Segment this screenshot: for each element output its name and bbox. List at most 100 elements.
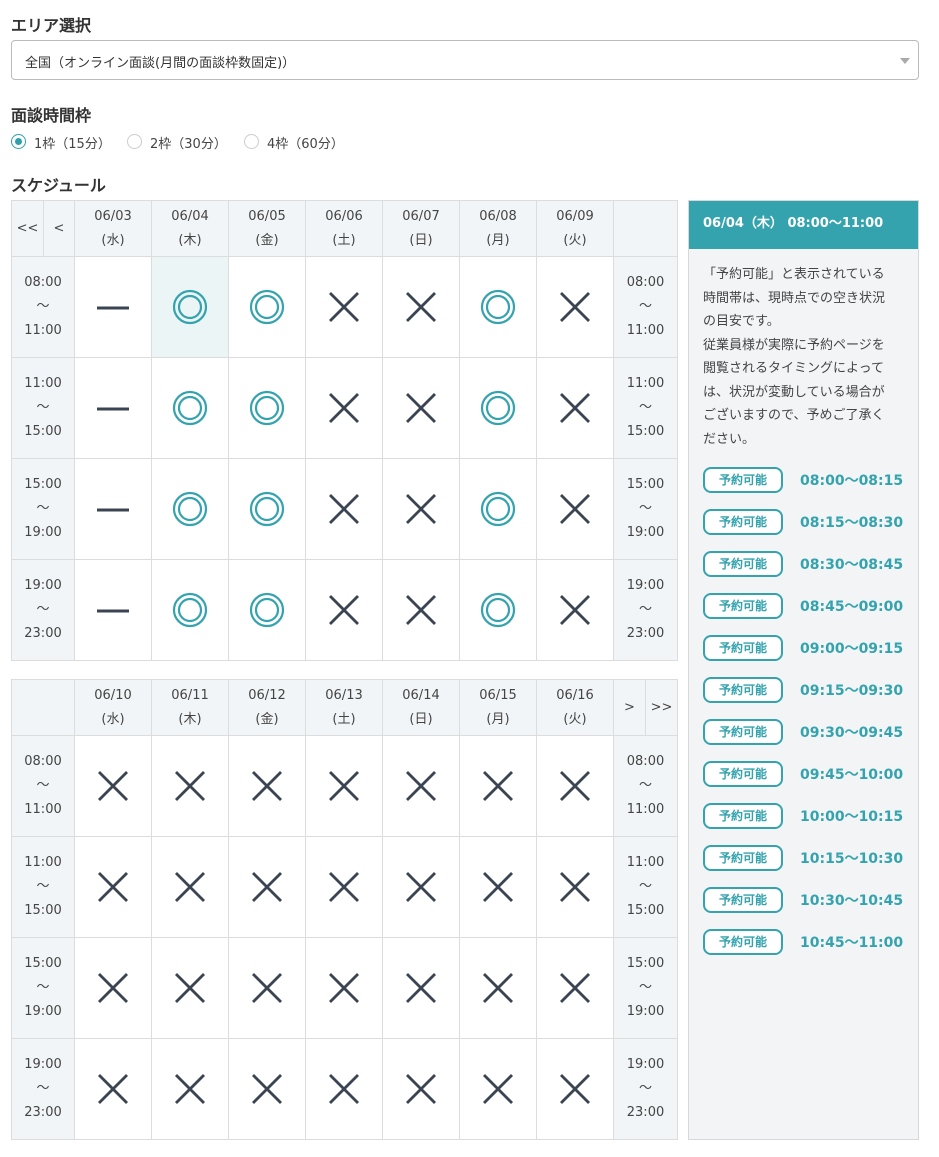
dash-icon: [97, 609, 129, 613]
schedule-row: 08:00 ～ 11:00 08:00 ～ 11:00: [11, 735, 678, 837]
day-header: 06/12 (金): [228, 679, 306, 736]
reserve-button[interactable]: 予約可能: [703, 635, 783, 661]
reserve-button[interactable]: 予約可能: [703, 467, 783, 493]
note-line: ださい。: [703, 431, 756, 447]
area-title: エリア選択: [11, 16, 92, 35]
reserve-button[interactable]: 予約可能: [703, 803, 783, 829]
time-slot-label: 08:00 ～ 11:00: [613, 735, 678, 837]
double-circle-icon: [480, 592, 516, 628]
cross-icon: [406, 1074, 436, 1104]
prev-week-button[interactable]: <: [43, 200, 75, 257]
day-header: 06/05 (金): [228, 200, 306, 257]
schedule-cell-available[interactable]: [228, 559, 306, 661]
slot-row: 予約可能 08:45～09:00: [703, 593, 913, 619]
cross-icon: [329, 595, 359, 625]
schedule-cell-full: [536, 559, 614, 661]
slot-time: 09:30～09:45: [800, 725, 904, 741]
note-line: 「予約可能」と表示されている: [703, 267, 885, 282]
reserve-button[interactable]: 予約可能: [703, 719, 783, 745]
day-header: 06/10 (水): [74, 679, 152, 736]
schedule-cell-available[interactable]: [459, 559, 537, 661]
area-select[interactable]: 全国（オンライン面談(月間の面談枠数固定)）: [11, 40, 919, 80]
schedule-cell-available[interactable]: [228, 458, 306, 560]
schedule-cell-available[interactable]: [459, 458, 537, 560]
double-circle-icon: [249, 491, 285, 527]
cross-icon: [329, 973, 359, 1003]
cross-icon: [252, 1074, 282, 1104]
radio-dot-icon: [11, 134, 26, 149]
double-circle-icon: [172, 390, 208, 426]
reserve-button[interactable]: 予約可能: [703, 929, 783, 955]
slot-time: 09:00～09:15: [800, 641, 904, 657]
schedule-cell-available[interactable]: [228, 357, 306, 459]
schedule-cell-available[interactable]: [228, 256, 306, 358]
reserve-button[interactable]: 予約可能: [703, 551, 783, 577]
schedule-cell-full: [305, 735, 383, 837]
day-header: 06/06 (土): [305, 200, 383, 257]
cross-icon: [406, 973, 436, 1003]
day-header: 06/04 (木): [151, 200, 229, 257]
dash-icon: [97, 407, 129, 411]
schedule-cell-available[interactable]: [151, 559, 229, 661]
last-week-button[interactable]: >>: [645, 679, 678, 736]
schedule-cell-available[interactable]: [459, 256, 537, 358]
slot-time: 09:15～09:30: [800, 683, 904, 699]
dash-icon: [97, 306, 129, 310]
time-slot-label: 11:00 ～ 15:00: [11, 357, 75, 459]
schedule-cell-full: [228, 1038, 306, 1140]
double-circle-icon: [172, 592, 208, 628]
schedule-cell-dash: [74, 256, 152, 358]
day-header: 06/15 (月): [459, 679, 537, 736]
day-header: 06/14 (日): [382, 679, 460, 736]
time-slot-label: 15:00 ～ 19:00: [11, 937, 75, 1039]
schedule-cell-available[interactable]: [151, 357, 229, 459]
reserve-button[interactable]: 予約可能: [703, 845, 783, 871]
cross-icon: [406, 771, 436, 801]
radio-label: 2枠（30分）: [150, 137, 227, 152]
schedule-cell-full: [151, 836, 229, 938]
cross-icon: [483, 872, 513, 902]
slot-row: 予約可能 09:15～09:30: [703, 677, 913, 703]
cross-icon: [406, 872, 436, 902]
schedule-cell-full: [74, 1038, 152, 1140]
schedule-cell-available[interactable]: [151, 458, 229, 560]
header-spacer: [11, 679, 75, 736]
cross-icon: [252, 771, 282, 801]
schedule-cell-full: [382, 1038, 460, 1140]
slot-row: 予約可能 08:00～08:15: [703, 467, 913, 493]
double-circle-icon: [480, 289, 516, 325]
slot-time: 08:45～09:00: [800, 599, 904, 615]
schedule-cell-full: [305, 458, 383, 560]
radio-dot-icon: [244, 134, 259, 149]
reserve-button[interactable]: 予約可能: [703, 509, 783, 535]
slot-detail-panel: 06/04（木） 08:00～11:00 「予約可能」と表示されている 時間帯は、…: [688, 200, 919, 1140]
chevron-down-icon: [900, 58, 910, 64]
schedule-cell-full: [459, 735, 537, 837]
reserve-button[interactable]: 予約可能: [703, 593, 783, 619]
schedule-cell-available[interactable]: [151, 256, 229, 358]
next-week-button[interactable]: >: [613, 679, 646, 736]
schedule-cell-full: [305, 937, 383, 1039]
schedule-cell-full: [305, 256, 383, 358]
cross-icon: [329, 292, 359, 322]
schedule-cell-dash: [74, 458, 152, 560]
time-slot-label: 19:00 ～ 23:00: [613, 1038, 678, 1140]
slot-time: 10:15～10:30: [800, 851, 904, 867]
schedule-cell-full: [151, 1038, 229, 1140]
reserve-button[interactable]: 予約可能: [703, 887, 783, 913]
cross-icon: [329, 872, 359, 902]
schedule-cell-full: [459, 937, 537, 1039]
reserve-button[interactable]: 予約可能: [703, 677, 783, 703]
reserve-button[interactable]: 予約可能: [703, 761, 783, 787]
day-header: 06/11 (木): [151, 679, 229, 736]
schedule-cell-full: [536, 836, 614, 938]
schedule-cell-full: [536, 1038, 614, 1140]
first-week-button[interactable]: <<: [11, 200, 44, 257]
time-slot-label: 08:00 ～ 11:00: [11, 735, 75, 837]
slot-row: 予約可能 10:15～10:30: [703, 845, 913, 871]
schedule-cell-full: [459, 1038, 537, 1140]
schedule-cell-available[interactable]: [459, 357, 537, 459]
double-circle-icon: [172, 289, 208, 325]
cross-icon: [560, 494, 590, 524]
area-select-value: 全国（オンライン面談(月間の面談枠数固定)）: [25, 56, 296, 71]
